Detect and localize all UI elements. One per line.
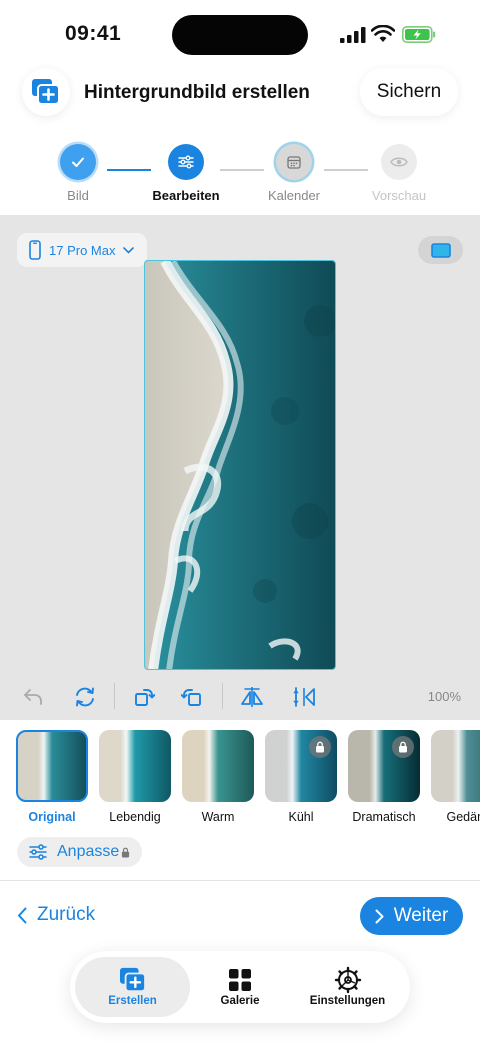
filter-dramatisch[interactable]: Dramatisch xyxy=(346,730,422,824)
wallpaper-image[interactable] xyxy=(144,260,336,670)
zoom-level: 100% xyxy=(427,689,461,704)
toolbar-divider xyxy=(222,683,223,709)
page-title: Hintergrundbild erstellen xyxy=(84,82,310,103)
filter-kuehl[interactable]: Kühl xyxy=(263,730,339,824)
tab-bar: Erstellen Galerie Einstellungen xyxy=(70,951,410,1023)
new-wallpaper-button[interactable] xyxy=(22,68,70,116)
filter-label: Dramatisch xyxy=(352,810,416,824)
beach-aerial-photo xyxy=(145,261,335,669)
next-label: Weiter xyxy=(393,905,449,926)
dynamic-island xyxy=(172,15,308,55)
step-label: Bild xyxy=(67,188,89,203)
flip-vertical-icon xyxy=(293,687,315,707)
lock-icon xyxy=(122,847,130,857)
chevron-left-icon xyxy=(18,907,27,923)
rotate-right-icon xyxy=(135,689,155,706)
filter-strip: Original Lebendig Warm Kühl Dramatisch G… xyxy=(0,720,480,880)
device-label: 17 Pro Max xyxy=(49,242,116,258)
eye-icon xyxy=(381,144,417,180)
wifi-icon xyxy=(371,25,395,42)
rotate-reset-icon xyxy=(76,687,94,707)
step-bearbeiten[interactable]: Bearbeiten xyxy=(136,138,236,203)
sliders-icon xyxy=(29,844,47,860)
editor-canvas: 17 Pro Max 100% xyxy=(0,215,480,720)
filter-label: Lebendig xyxy=(109,810,161,824)
filter-thumbnail xyxy=(99,730,171,802)
step-label: Kalender xyxy=(267,188,321,203)
add-image-icon xyxy=(119,967,146,993)
status-bar: 09:41 xyxy=(0,0,480,64)
filter-thumbnail xyxy=(348,730,420,802)
adjust-button[interactable]: Anpasse xyxy=(17,837,142,867)
add-image-icon xyxy=(32,79,60,105)
phone-icon xyxy=(29,240,41,260)
flip-horizontal-button[interactable] xyxy=(238,683,266,711)
undo-icon xyxy=(24,689,42,705)
filter-label: Warm xyxy=(201,810,235,824)
edit-toolbar: 100% xyxy=(0,677,480,717)
tab-label: Einstellungen xyxy=(309,995,386,1007)
rotate-left-icon xyxy=(181,689,201,706)
filter-original[interactable]: Original xyxy=(14,730,90,824)
filter-gedaempft[interactable]: Gedäm xyxy=(429,730,480,824)
filter-label: Original xyxy=(28,810,76,824)
step-kalender[interactable]: Kalender xyxy=(244,138,344,203)
filter-label: Kühl xyxy=(288,810,314,824)
status-time: 09:41 xyxy=(65,22,122,45)
filter-thumbnail xyxy=(182,730,254,802)
step-label: Bearbeiten xyxy=(152,188,220,203)
grid-icon xyxy=(229,969,251,991)
cellular-signal-icon xyxy=(340,27,366,43)
back-label: Zurück xyxy=(37,904,96,925)
step-bild[interactable]: Bild xyxy=(28,138,128,203)
landscape-frame-icon xyxy=(430,242,451,258)
save-button[interactable]: Sichern xyxy=(360,68,458,116)
tab-einstellungen[interactable]: Einstellungen xyxy=(290,957,405,1017)
reset-button[interactable] xyxy=(71,683,99,711)
flip-horizontal-icon xyxy=(241,687,263,707)
flip-vertical-button[interactable] xyxy=(290,683,318,711)
header: Hintergrundbild erstellen Sichern xyxy=(0,64,480,124)
filter-thumbnail xyxy=(265,730,337,802)
divider xyxy=(0,880,480,881)
step-vorschau: Vorschau xyxy=(349,138,449,203)
tab-label: Galerie xyxy=(220,995,260,1007)
filter-warm[interactable]: Warm xyxy=(180,730,256,824)
filter-thumbnail xyxy=(16,730,88,802)
battery-charging-icon xyxy=(402,26,436,43)
check-icon xyxy=(60,144,96,180)
adjust-label: Anpasse xyxy=(57,843,120,860)
chevron-down-icon xyxy=(123,246,135,254)
calendar-icon xyxy=(276,144,312,180)
tab-label: Erstellen xyxy=(108,995,157,1007)
tab-erstellen[interactable]: Erstellen xyxy=(75,957,190,1017)
next-button[interactable]: Weiter xyxy=(360,897,463,935)
aspect-ratio-toggle[interactable] xyxy=(418,236,463,264)
toolbar-divider xyxy=(114,683,115,709)
device-selector[interactable]: 17 Pro Max xyxy=(17,233,147,267)
tab-galerie[interactable]: Galerie xyxy=(190,957,290,1017)
rotate-left-button[interactable] xyxy=(178,683,206,711)
filter-thumbnail xyxy=(431,730,480,802)
back-button[interactable]: Zurück xyxy=(17,904,95,926)
rotate-right-button[interactable] xyxy=(130,683,158,711)
progress-stepper: Bild Bearbeiten Kalender Vorschau xyxy=(0,138,480,210)
lock-icon xyxy=(392,736,414,758)
undo-button[interactable] xyxy=(19,683,47,711)
sliders-icon xyxy=(168,144,204,180)
filter-lebendig[interactable]: Lebendig xyxy=(97,730,173,824)
filter-label: Gedäm xyxy=(446,810,480,824)
chevron-right-icon xyxy=(375,909,384,923)
step-label: Vorschau xyxy=(371,188,427,203)
lock-icon xyxy=(309,736,331,758)
gear-icon xyxy=(334,966,361,994)
